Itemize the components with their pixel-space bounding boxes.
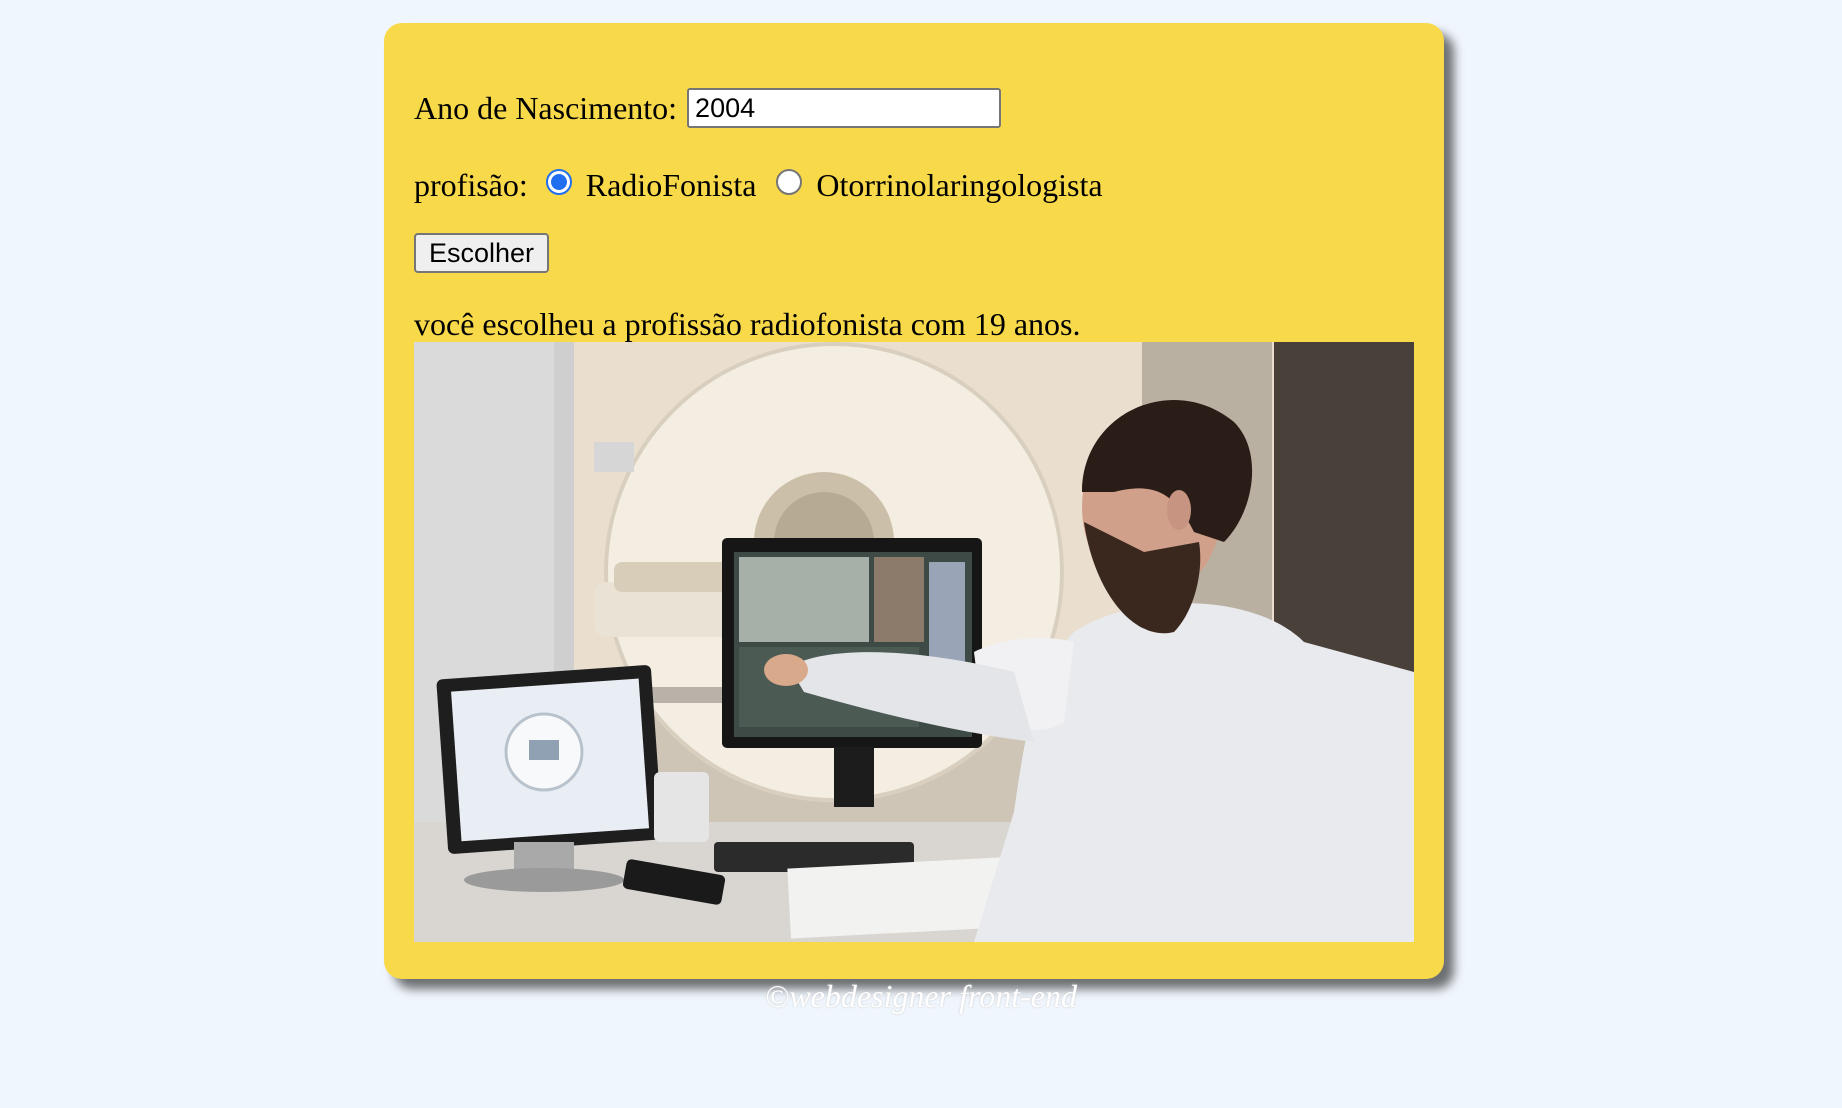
profession-label: profisão: bbox=[414, 166, 528, 203]
form-card: Ano de Nascimento: profisão: RadioFonist… bbox=[384, 23, 1444, 979]
choose-button[interactable]: Escolher bbox=[414, 233, 549, 273]
result-text: você escolheu a profissão radiofonista c… bbox=[414, 306, 1081, 342]
radio-radiofonista-label[interactable]: RadioFonista bbox=[586, 167, 757, 204]
birth-year-label: Ano de Nascimento: bbox=[414, 89, 678, 126]
profession-row: profisão: RadioFonista Otorrinolaringolo… bbox=[414, 163, 1105, 207]
footer-credit: ©webdesigner front-end bbox=[765, 978, 1077, 1014]
radiology-photo-illustration bbox=[414, 342, 1414, 942]
radio-radiofonista[interactable] bbox=[545, 169, 572, 195]
birth-year-row: Ano de Nascimento: bbox=[414, 86, 1002, 130]
radio-otorrinolaringologista[interactable] bbox=[776, 169, 803, 195]
radio-otorrinolaringologista-label[interactable]: Otorrinolaringologista bbox=[816, 167, 1102, 204]
radiology-photo bbox=[414, 342, 1414, 942]
birth-year-input[interactable] bbox=[687, 88, 1002, 128]
